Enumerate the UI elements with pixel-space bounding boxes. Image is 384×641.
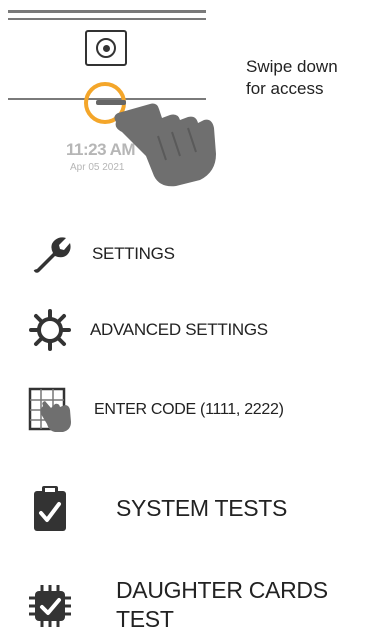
swipe-hint-line-1: Swipe down xyxy=(246,57,338,76)
advanced-settings-label: ADVANCED SETTINGS xyxy=(90,320,268,339)
menu-item-settings[interactable]: SETTINGS xyxy=(26,230,175,278)
settings-label: SETTINGS xyxy=(92,244,175,263)
clipboard-check-icon xyxy=(26,484,74,532)
header-line-bottom xyxy=(8,18,206,20)
menu-item-system-tests[interactable]: SYSTEM TESTS xyxy=(26,484,287,532)
chip-check-icon xyxy=(26,582,74,630)
daughter-cards-label: DAUGHTER CARDS TEST xyxy=(116,576,328,634)
menu-item-enter-code[interactable]: ENTER CODE (1111, 2222) xyxy=(26,386,284,434)
enter-code-label: ENTER CODE (1111, 2222) xyxy=(94,401,284,418)
daughter-cards-label-line-1: DAUGHTER CARDS xyxy=(116,577,328,603)
wrench-icon xyxy=(26,230,74,278)
keypad-touch-icon xyxy=(26,386,74,434)
menu-item-advanced-settings[interactable]: ADVANCED SETTINGS xyxy=(26,306,268,354)
menu-item-daughter-cards-test[interactable]: DAUGHTER CARDS TEST xyxy=(26,576,328,634)
daughter-cards-label-line-2: TEST xyxy=(116,606,174,632)
swipe-hint: Swipe down for access xyxy=(246,56,376,100)
camera-icon xyxy=(85,30,127,66)
swipe-hint-line-2: for access xyxy=(246,79,324,98)
gear-icon xyxy=(26,306,74,354)
system-tests-label: SYSTEM TESTS xyxy=(116,494,288,521)
pointing-hand-icon xyxy=(114,103,216,187)
header-line-top xyxy=(8,10,206,13)
